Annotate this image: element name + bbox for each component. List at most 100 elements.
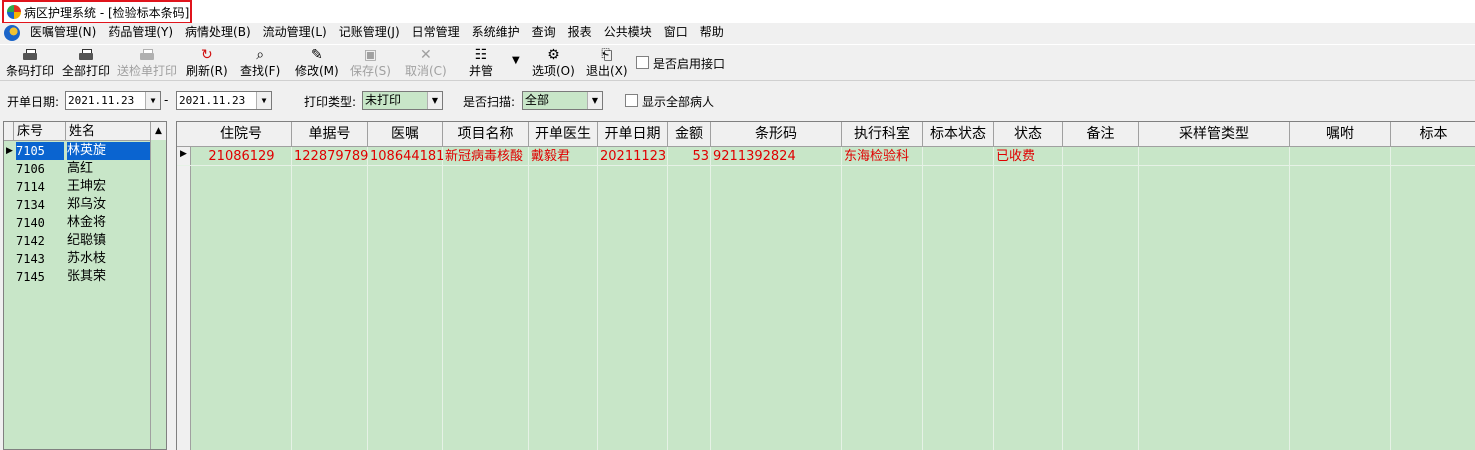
patient-row[interactable]: 7105 林英旋 [4, 142, 152, 160]
header-order[interactable]: 医嘱 [368, 122, 443, 147]
patient-row[interactable]: 7140 林金将 [4, 214, 152, 232]
chevron-down-icon[interactable]: ▼ [145, 92, 160, 109]
header-tube-type[interactable]: 采样管类型 [1139, 122, 1290, 147]
patient-name: 张其荣 [67, 269, 107, 284]
bed-no: 7134 [16, 198, 45, 212]
cell-instruction [1290, 147, 1391, 166]
scan-value: 全部 [525, 93, 550, 107]
scan-select[interactable]: 全部 ▼ [522, 91, 603, 110]
cell-doctor: 戴毅君 [531, 149, 571, 164]
menu-billing-management[interactable]: 记账管理(J) [333, 23, 406, 42]
header-specimen-status[interactable]: 标本状态 [923, 122, 994, 147]
magnifier-icon: ⌕ [256, 46, 265, 63]
header-doctor[interactable]: 开单医生 [529, 122, 598, 147]
menu-system-maintenance[interactable]: 系统维护 [466, 23, 526, 42]
patient-row[interactable]: 7145 张其荣 [4, 268, 152, 286]
menu-condition-handling[interactable]: 病情处理(B) [179, 23, 257, 42]
patient-name: 纪聪镇 [67, 233, 107, 248]
send-print-button[interactable]: 送检单打印 [117, 46, 177, 80]
header-remark[interactable]: 备注 [1063, 122, 1139, 147]
menu-daily-management[interactable]: 日常管理 [406, 23, 466, 42]
cell-item-name: 新冠病毒核酸 [445, 149, 524, 164]
printer-icon [77, 46, 95, 63]
show-all-patients-checkbox[interactable] [625, 94, 638, 107]
patient-row[interactable]: 7114 王坤宏 [4, 178, 152, 196]
patient-name: 林金将 [67, 215, 107, 230]
print-all-label: 全部打印 [62, 64, 111, 78]
refresh-button[interactable]: ↻ 刷新(R) [186, 46, 228, 80]
header-order-date[interactable]: 开单日期 [598, 122, 668, 147]
chevron-down-icon[interactable]: ▼ [256, 92, 271, 109]
merge-tube-icon: ☷ [474, 46, 488, 63]
header-exec-dept[interactable]: 执行科室 [842, 122, 923, 147]
scan-label: 是否扫描: [463, 95, 516, 109]
menu-common-modules[interactable]: 公共模块 [598, 23, 658, 42]
cell-order-date: 20211123 [600, 149, 667, 164]
date-from-picker[interactable]: 2021.11.23 ▼ [65, 91, 161, 110]
menu-flow-management[interactable]: 流动管理(L) [257, 23, 333, 42]
chevron-down-icon[interactable]: ▼ [427, 92, 442, 109]
header-item-name[interactable]: 项目名称 [443, 122, 529, 147]
print-type-select[interactable]: 未打印 ▼ [362, 91, 443, 110]
window-title: 病区护理系统 - [检验标本条码] [24, 5, 190, 20]
patient-row[interactable]: 7106 高红 [4, 160, 152, 178]
header-barcode[interactable]: 条形码 [711, 122, 842, 147]
bed-no: 7142 [16, 234, 45, 248]
patient-row[interactable]: 7143 苏水枝 [4, 250, 152, 268]
chevron-down-icon[interactable]: ▼ [587, 92, 602, 109]
header-name[interactable]: 姓名 [66, 122, 152, 141]
header-specimen[interactable]: 标本 [1391, 122, 1475, 147]
merge-tube-label: 并管 [469, 64, 494, 78]
merge-dropdown-button[interactable]: ▼ [512, 53, 520, 87]
specimen-grid[interactable]: ▶ 住院号 单据号 医嘱 项目名称 开单医生 开单日期 金额 条形码 执行科室 … [176, 121, 1475, 450]
save-label: 保存(S) [350, 64, 391, 78]
menu-reports[interactable]: 报表 [562, 23, 598, 42]
barcode-print-button[interactable]: 条码打印 [6, 46, 54, 80]
menu-query[interactable]: 查询 [526, 23, 562, 42]
mdi-logo-icon[interactable] [4, 24, 20, 41]
menu-help[interactable]: 帮助 [694, 23, 730, 42]
patient-row[interactable]: 7134 郑乌汝 [4, 196, 152, 214]
header-status[interactable]: 状态 [994, 122, 1063, 147]
cell-specimen-status [923, 147, 994, 166]
menu-order-management[interactable]: 医嘱管理(N) [24, 23, 102, 42]
bed-no: 7143 [16, 252, 45, 266]
merge-tube-button[interactable]: ☷ 并管 [469, 46, 493, 80]
print-all-button[interactable]: 全部打印 [62, 46, 110, 80]
options-button[interactable]: ⚙ 选项(O) [532, 46, 575, 80]
show-all-patients-label: 显示全部病人 [642, 95, 715, 109]
header-instruction[interactable]: 嘱咐 [1290, 122, 1391, 147]
header-amount[interactable]: 金额 [668, 122, 711, 147]
patient-row[interactable]: 7142 纪聪镇 [4, 232, 152, 250]
cell-document-no: 122879789 [294, 149, 368, 164]
bed-no: 7106 [16, 162, 45, 176]
save-button[interactable]: ▣ 保存(S) [350, 46, 391, 80]
header-bed-no[interactable]: 床号 [14, 122, 66, 141]
patient-list-header: 床号 姓名 [4, 122, 166, 141]
header-document-no[interactable]: 单据号 [292, 122, 368, 147]
scroll-up-icon[interactable]: ▲ [151, 122, 166, 140]
cell-inpatient-no: 21086129 [208, 149, 275, 164]
enable-interface-checkbox[interactable] [636, 56, 649, 69]
refresh-icon: ↻ [200, 46, 213, 63]
table-row[interactable]: 21086129 122879789 108644181 新冠病毒核酸 戴毅君 … [177, 147, 1475, 166]
exit-button[interactable]: ⎗ 退出(X) [586, 46, 628, 80]
patient-list[interactable]: 床号 姓名 ▶ 7105 林英旋 7106 高红 7114 王坤宏 7134 郑… [3, 121, 167, 450]
header-inpatient-no[interactable]: 住院号 [191, 122, 292, 147]
cell-exec-dept: 东海检验科 [844, 149, 910, 164]
menu-drug-management[interactable]: 药品管理(Y) [102, 23, 179, 42]
patient-name: 高红 [67, 161, 94, 176]
edit-icon: ✎ [310, 46, 323, 63]
cell-remark [1063, 147, 1139, 166]
patient-name: 苏水枝 [67, 251, 107, 266]
floppy-disk-icon: ▣ [363, 46, 378, 63]
patient-name: 林英旋 [67, 142, 152, 160]
printer-icon [21, 46, 39, 63]
menu-window[interactable]: 窗口 [658, 23, 694, 42]
patient-list-scrollbar[interactable]: ▲ [150, 122, 166, 449]
find-button[interactable]: ⌕ 查找(F) [240, 46, 280, 80]
cancel-button[interactable]: ✕ 取消(C) [405, 46, 447, 80]
date-to-picker[interactable]: 2021.11.23 ▼ [176, 91, 272, 110]
modify-button[interactable]: ✎ 修改(M) [295, 46, 339, 80]
patient-name: 郑乌汝 [67, 197, 107, 212]
